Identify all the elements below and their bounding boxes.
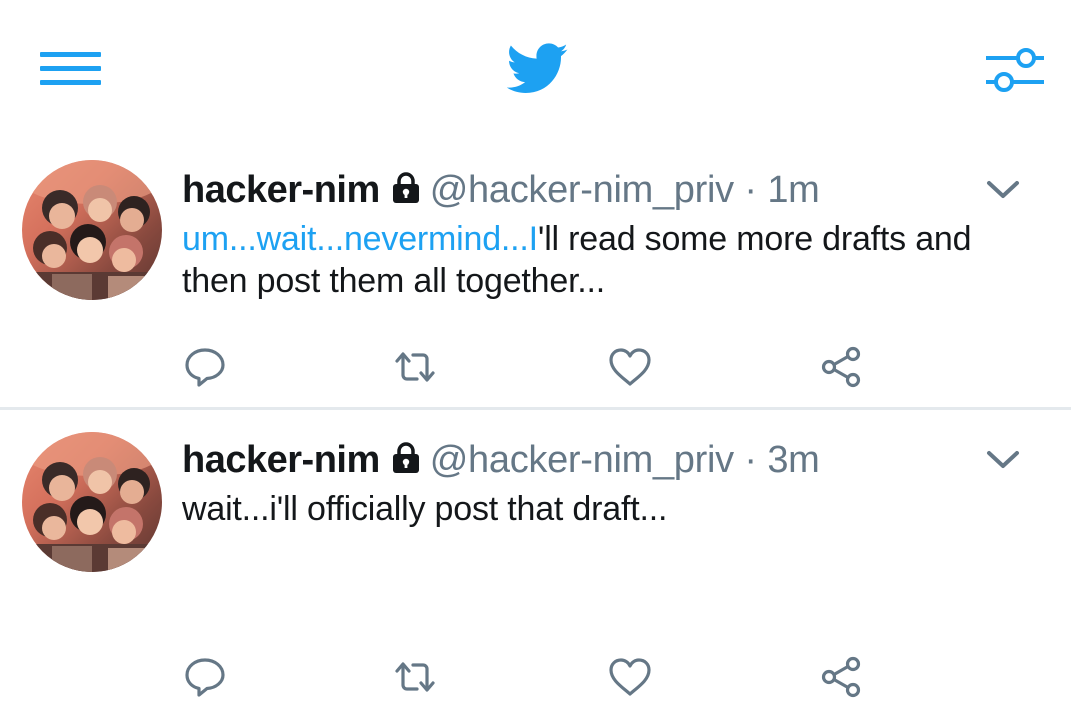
lock-icon — [392, 442, 419, 473]
user-handle[interactable]: @hacker-nim_priv — [430, 169, 734, 211]
chevron-down-icon[interactable] — [985, 448, 1021, 472]
sliders-filter-icon[interactable] — [984, 42, 1046, 94]
twitter-bird-icon — [507, 43, 568, 94]
tweet-actions — [0, 340, 1071, 390]
top-navigation-bar — [0, 0, 1071, 130]
tweet-header: hacker-nim @hacker-nim_priv · 1m — [182, 165, 820, 215]
timestamp[interactable]: 3m — [767, 439, 820, 481]
tweet-link-text[interactable]: um...wait...nevermind...I — [182, 220, 538, 258]
timestamp[interactable]: 1m — [767, 169, 820, 211]
retweet-icon[interactable] — [393, 655, 437, 699]
display-name[interactable]: hacker-nim — [182, 439, 380, 481]
tweet-text-content: wait...i'll officially post that draft..… — [182, 490, 668, 528]
display-name[interactable]: hacker-nim — [182, 169, 380, 211]
share-icon[interactable] — [820, 345, 864, 389]
tweet[interactable]: hacker-nim @hacker-nim_priv · 3m wait...i… — [0, 410, 1071, 720]
tweet-text: um...wait...nevermind...I'll read some m… — [182, 218, 1042, 302]
tweet-header: hacker-nim @hacker-nim_priv · 3m — [182, 435, 820, 485]
twitter-app: hacker-nim @hacker-nim_priv · 1m um...wai… — [0, 0, 1071, 720]
tweet-text: wait...i'll officially post that draft..… — [182, 488, 1042, 530]
chevron-down-icon[interactable] — [985, 178, 1021, 202]
hamburger-menu-icon[interactable] — [38, 48, 104, 90]
share-icon[interactable] — [820, 655, 864, 699]
tweet-actions — [0, 650, 1071, 700]
separator-dot: · — [744, 439, 757, 481]
retweet-icon[interactable] — [393, 345, 437, 389]
reply-icon[interactable] — [183, 345, 227, 389]
like-icon[interactable] — [608, 345, 652, 389]
avatar[interactable] — [22, 160, 162, 300]
user-handle[interactable]: @hacker-nim_priv — [430, 439, 734, 481]
separator-dot: · — [744, 169, 757, 211]
like-icon[interactable] — [608, 655, 652, 699]
avatar[interactable] — [22, 432, 162, 572]
lock-icon — [392, 172, 419, 203]
tweet[interactable]: hacker-nim @hacker-nim_priv · 1m um...wai… — [0, 130, 1071, 408]
reply-icon[interactable] — [183, 655, 227, 699]
